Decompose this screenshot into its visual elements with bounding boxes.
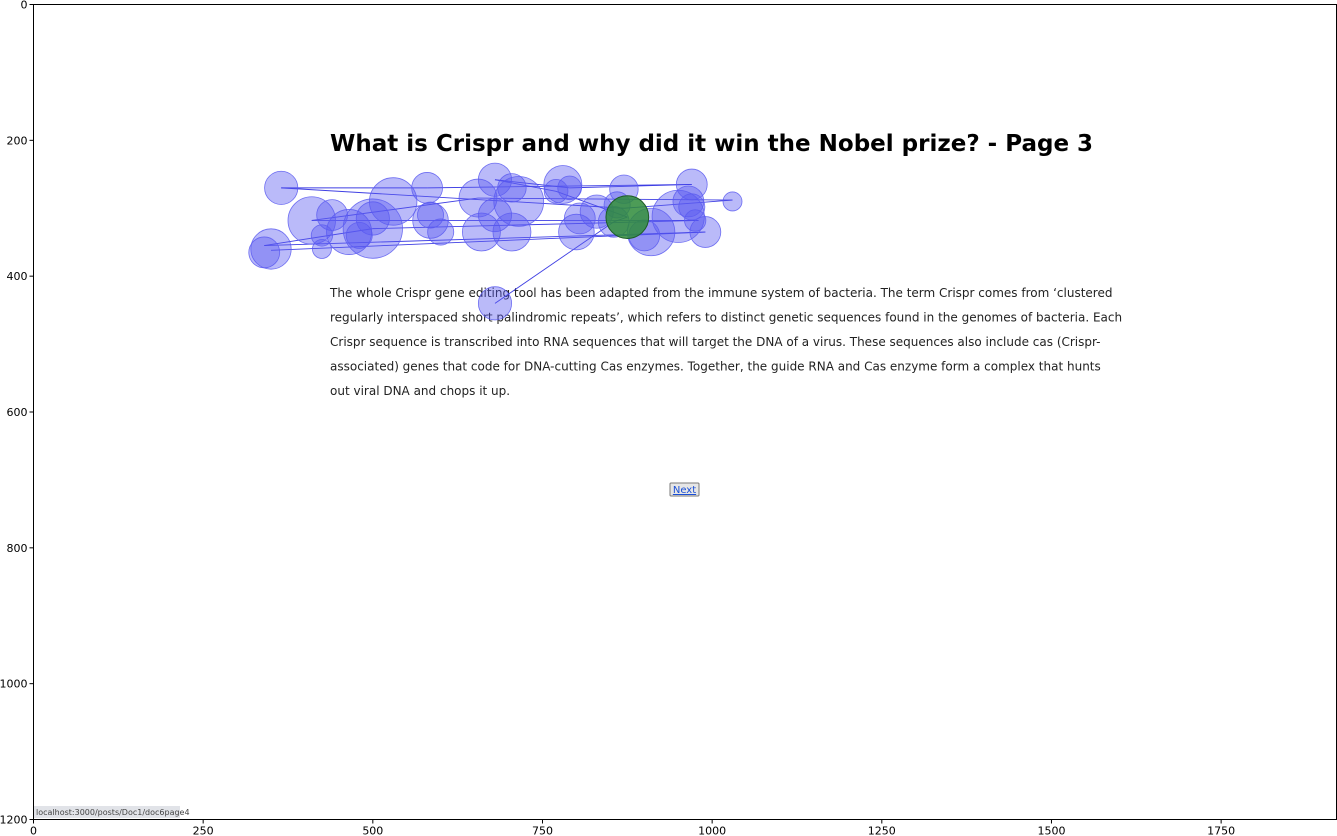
y-tick-label: 600 xyxy=(7,406,28,419)
x-tick-label: 1500 xyxy=(1037,825,1065,836)
fixation-point xyxy=(462,212,501,252)
fixation-point xyxy=(248,236,281,269)
x-tick-label: 1750 xyxy=(1207,825,1235,836)
current-fixation-point xyxy=(605,195,650,239)
status-url: localhost:3000/posts/Doc1/doc6page4 xyxy=(36,808,190,817)
x-tick-label: 750 xyxy=(532,825,553,836)
x-tick-label: 250 xyxy=(193,825,214,836)
x-tick-label: 0 xyxy=(30,825,37,836)
paragraph-line: regularly interspaced short palindromic … xyxy=(330,311,1122,325)
x-tick-label: 1000 xyxy=(698,825,726,836)
fixation-point xyxy=(689,216,722,248)
fixation-point xyxy=(558,213,595,251)
next-button[interactable]: Next xyxy=(669,482,700,497)
y-axis: 0 200 400 600 800 1000 1200 xyxy=(0,0,34,827)
page-title: What is Crispr and why did it win the No… xyxy=(330,131,1093,157)
status-bar: localhost:3000/posts/Doc1/doc6page4 xyxy=(34,806,190,818)
fixation-point xyxy=(345,221,373,249)
y-tick-label: 400 xyxy=(7,270,28,283)
y-tick-label: 200 xyxy=(7,134,28,147)
fixation-point xyxy=(557,175,582,201)
paragraph-line: associated) genes that code for DNA-cutt… xyxy=(330,360,1101,374)
gaze-plot: What is Crispr and why did it win the No… xyxy=(0,0,1337,836)
fixation-point xyxy=(312,239,332,259)
x-tick-label: 1250 xyxy=(868,825,896,836)
y-tick-label: 0 xyxy=(21,0,28,12)
y-tick-label: 800 xyxy=(7,542,28,555)
next-button-label[interactable]: Next xyxy=(673,485,696,496)
paragraph-line: out viral DNA and chops it up. xyxy=(330,384,510,398)
fixation-point xyxy=(427,218,455,246)
fixation-point xyxy=(264,170,299,205)
fixation-point xyxy=(722,191,743,212)
x-axis: 0 250 500 750 1000 1250 1500 1750 xyxy=(30,819,1235,836)
paragraph-line: Crispr sequence is transcribed into RNA … xyxy=(330,335,1101,349)
plot-frame xyxy=(33,4,1337,820)
fixation-point xyxy=(477,286,513,321)
x-tick-label: 500 xyxy=(362,825,383,836)
paragraph-line: The whole Crispr gene editing tool has b… xyxy=(329,286,1112,300)
y-tick-label: 1200 xyxy=(0,814,28,827)
y-tick-label: 1000 xyxy=(0,678,28,691)
